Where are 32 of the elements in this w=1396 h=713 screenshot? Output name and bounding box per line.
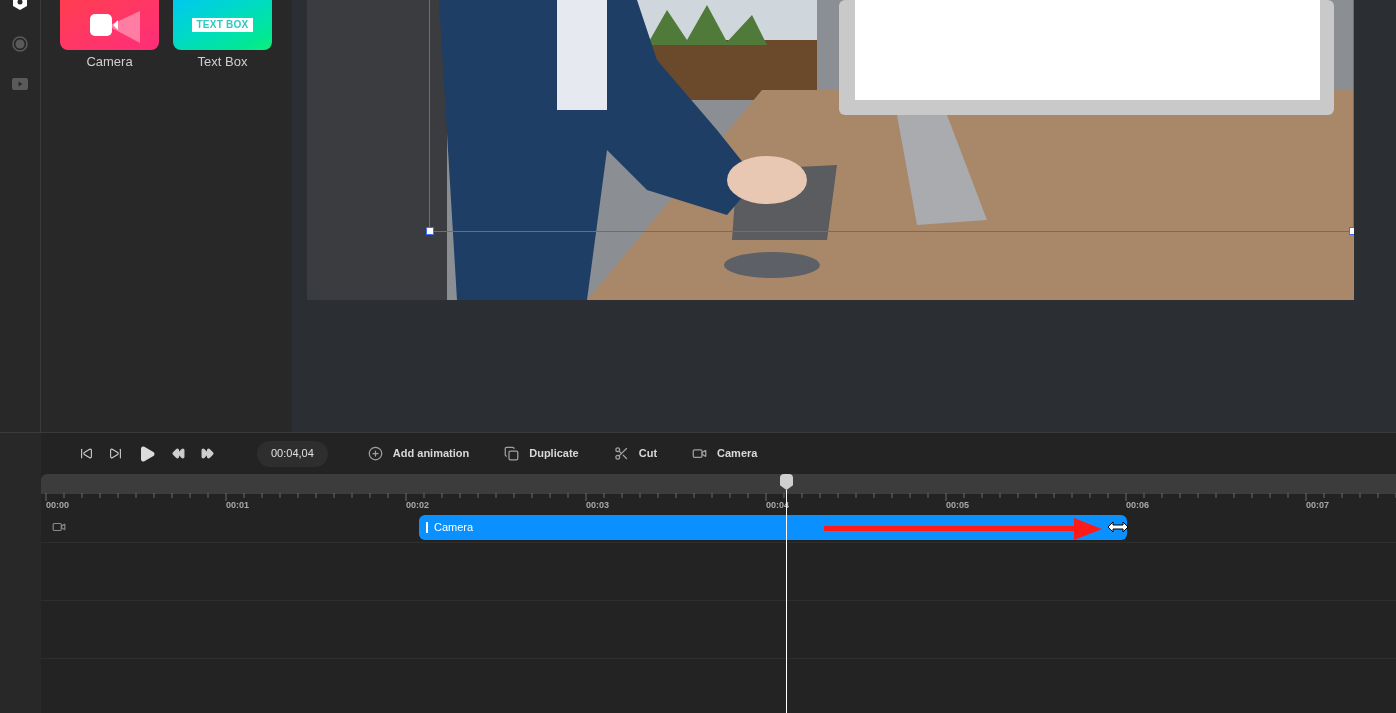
- camera-tile[interactable]: [60, 0, 159, 50]
- camera-icon: [692, 446, 708, 461]
- time-tick-label: 00:01: [226, 499, 250, 512]
- selection-frame[interactable]: [429, 0, 1354, 232]
- time-display[interactable]: 00:04,04: [257, 440, 328, 467]
- time-tick-label: 00:07: [1306, 499, 1330, 512]
- scissors-icon: [613, 446, 629, 461]
- toolbar-button[interactable]: Cut: [613, 445, 658, 462]
- plus-circle-icon: [367, 446, 383, 461]
- toolbar-button[interactable]: Add animation: [367, 445, 470, 462]
- toolbar-button[interactable]: Camera: [692, 445, 758, 462]
- tile-label: Text Box: [197, 54, 248, 70]
- play-button[interactable]: [138, 444, 156, 463]
- time-tick-label: 00:03: [586, 499, 610, 512]
- rewind-button[interactable]: [172, 447, 185, 460]
- time-tick-label: 00:00: [46, 499, 70, 512]
- camera-track-icon: [51, 520, 67, 534]
- resize-cursor-icon: [1107, 521, 1129, 533]
- hexagon-icon[interactable]: [12, 0, 28, 10]
- clip-handle[interactable]: [426, 522, 428, 533]
- tile-text: TEXT BOX: [192, 18, 253, 32]
- duplicate-icon: [504, 446, 520, 461]
- tile-label: Camera: [86, 54, 133, 70]
- time-tick-label: 00:06: [1126, 499, 1150, 512]
- fast-forward-button[interactable]: [201, 447, 214, 460]
- skip-back-button[interactable]: [80, 447, 93, 460]
- toolbar-button[interactable]: Duplicate: [504, 445, 579, 462]
- time-tick-label: 00:02: [406, 499, 430, 512]
- resize-handle[interactable]: [426, 227, 434, 235]
- time-tick-label: 00:05: [946, 499, 970, 512]
- skip-forward-button[interactable]: [109, 447, 122, 460]
- clip-label: Camera: [434, 520, 474, 536]
